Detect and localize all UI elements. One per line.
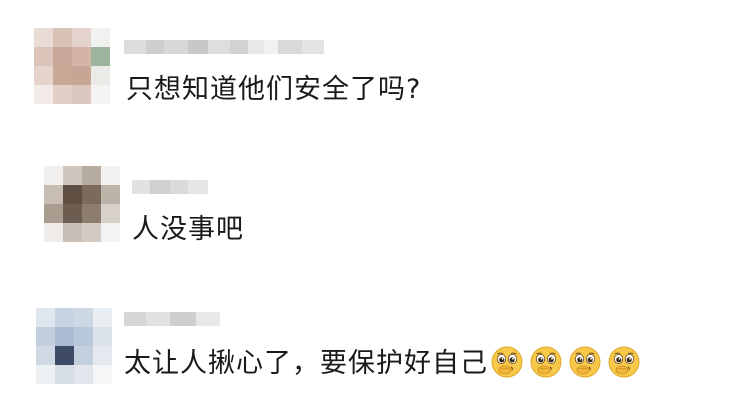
- comment-item: 只想知道他们安全了吗?: [0, 0, 756, 130]
- pleading-face-icon: [607, 345, 641, 379]
- comment-text: 只想知道他们安全了吗?: [126, 74, 422, 105]
- comment-item: 太让人揪心了，要保护好自己: [0, 290, 756, 414]
- comment-text: 太让人揪心了，要保护好自己: [124, 348, 488, 379]
- blurred-username[interactable]: [124, 40, 324, 54]
- avatar[interactable]: [36, 308, 112, 384]
- blurred-username[interactable]: [124, 312, 220, 326]
- emoji-group: [490, 345, 641, 379]
- pleading-face-icon: [490, 345, 524, 379]
- pleading-face-icon: [529, 345, 563, 379]
- comment-item: 人没事吧: [0, 150, 756, 270]
- blurred-username[interactable]: [132, 180, 208, 194]
- pleading-face-icon: [568, 345, 602, 379]
- avatar[interactable]: [44, 166, 120, 242]
- comment-text-row: 太让人揪心了，要保护好自己: [124, 346, 641, 382]
- comment-text: 人没事吧: [132, 214, 244, 245]
- avatar[interactable]: [34, 28, 110, 104]
